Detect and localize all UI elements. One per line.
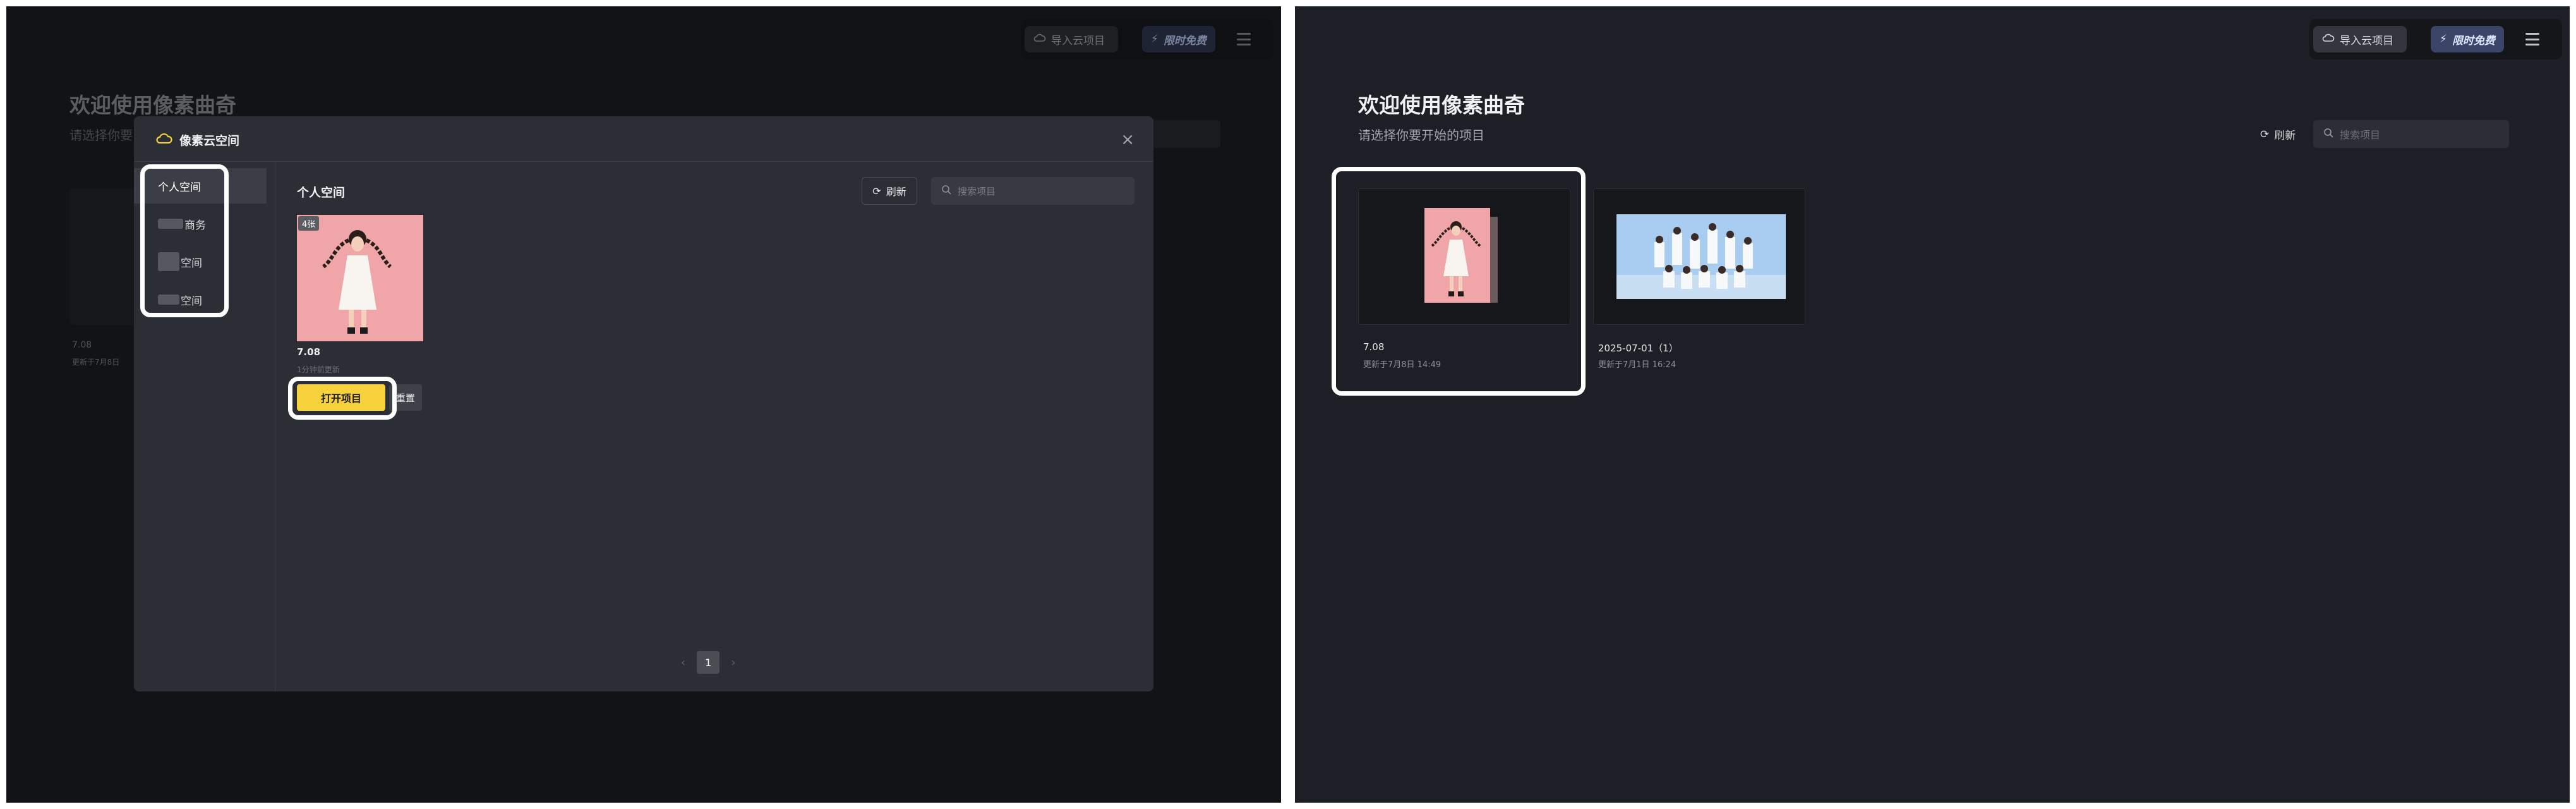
prev-page-icon[interactable]: ‹ — [681, 656, 685, 669]
project-name: 2025-07-01（1） — [1598, 343, 1678, 354]
project-name-dimmed: 7.08 — [72, 340, 92, 350]
welcome-subtitle: 请选择你要 — [69, 128, 133, 143]
section-title: 个人空间 — [297, 186, 346, 200]
highlight-open-button — [288, 377, 397, 420]
free-trial-label: 限时免费 — [1163, 34, 1207, 47]
project-updated: 1分钟前更新 — [297, 365, 340, 374]
cloud-upload-icon — [1033, 33, 1046, 46]
cloud-upload-icon — [2322, 33, 2335, 46]
right-screenshot: 导入云项目 ⚡ 限时免费 欢迎使用像素曲奇 请选择你要开始的项目 ⟳ 刷新 搜索… — [1295, 6, 2570, 803]
refresh-label: 刷新 — [2274, 130, 2296, 142]
import-cloud-button[interactable]: 导入云项目 — [1025, 26, 1118, 52]
search-placeholder: 搜索项目 — [958, 185, 996, 197]
next-page-icon[interactable]: › — [731, 656, 735, 669]
search-input[interactable]: 搜索项目 — [2313, 120, 2509, 148]
project-card[interactable] — [1593, 188, 1805, 325]
modal-header: 像素云空间 × — [134, 116, 1153, 162]
search-icon — [941, 185, 951, 197]
project-card-dimmed — [69, 188, 139, 325]
girl-photo-image — [297, 215, 423, 341]
project-date: 更新于7月1日 16:24 — [1598, 360, 1676, 370]
close-icon[interactable]: × — [1121, 130, 1135, 149]
cloud-icon — [155, 131, 173, 148]
refresh-icon: ⟳ — [872, 185, 881, 197]
search-icon — [2323, 128, 2333, 140]
free-trial-button[interactable]: ⚡ 限时免费 — [1142, 26, 1215, 52]
highlight-sidebar — [140, 164, 229, 317]
refresh-button[interactable]: ⟳ 刷新 — [862, 177, 917, 205]
refresh-icon: ⟳ — [2260, 128, 2270, 141]
pagination: ‹ 1 › — [681, 651, 735, 674]
welcome-subtitle: 请选择你要开始的项目 — [1358, 128, 1484, 143]
menu-button[interactable] — [1228, 26, 1260, 52]
lightning-icon: ⚡ — [1151, 33, 1159, 46]
import-cloud-button[interactable]: 导入云项目 — [2313, 26, 2407, 52]
top-toolbar: 导入云项目 ⚡ 限时免费 — [2309, 19, 2562, 59]
menu-button[interactable] — [2517, 26, 2548, 52]
group-photo-thumbnail — [1616, 214, 1786, 299]
refresh-button[interactable]: ⟳ 刷新 — [2260, 126, 2296, 143]
page-number-current[interactable]: 1 — [697, 651, 720, 674]
project-date-dimmed: 更新于7月8日 — [72, 358, 120, 367]
hamburger-icon — [1237, 33, 1251, 46]
search-placeholder: 搜索项目 — [2340, 129, 2381, 141]
welcome-title: 欢迎使用像素曲奇 — [69, 93, 236, 118]
import-cloud-label: 导入云项目 — [2340, 34, 2393, 47]
lightning-icon: ⚡ — [2440, 33, 2447, 46]
free-trial-label: 限时免费 — [2452, 34, 2495, 47]
image-count-badge: 4张 — [298, 216, 320, 231]
search-input[interactable]: 搜索项目 — [931, 177, 1135, 205]
project-name: 7.08 — [297, 346, 321, 358]
project-thumbnail[interactable]: 4张 — [297, 215, 423, 341]
highlight-project-card — [1332, 167, 1586, 396]
import-cloud-label: 导入云项目 — [1051, 34, 1105, 47]
left-screenshot: 导入云项目 ⚡ 限时免费 欢迎使用像素曲奇 请选择你要 7.08 更新于7月8日… — [6, 6, 1281, 803]
hamburger-icon — [2525, 33, 2539, 46]
modal-title: 像素云空间 — [179, 134, 240, 148]
refresh-label: 刷新 — [886, 186, 906, 198]
top-toolbar: 导入云项目 ⚡ 限时免费 — [1021, 19, 1273, 59]
cloud-space-modal: 像素云空间 × 个人空间 商务 空间 空间 个人空间 ⟳ 刷新 搜索项目 4张 … — [134, 116, 1153, 691]
free-trial-button[interactable]: ⚡ 限时免费 — [2431, 26, 2504, 52]
welcome-title: 欢迎使用像素曲奇 — [1358, 93, 1525, 118]
